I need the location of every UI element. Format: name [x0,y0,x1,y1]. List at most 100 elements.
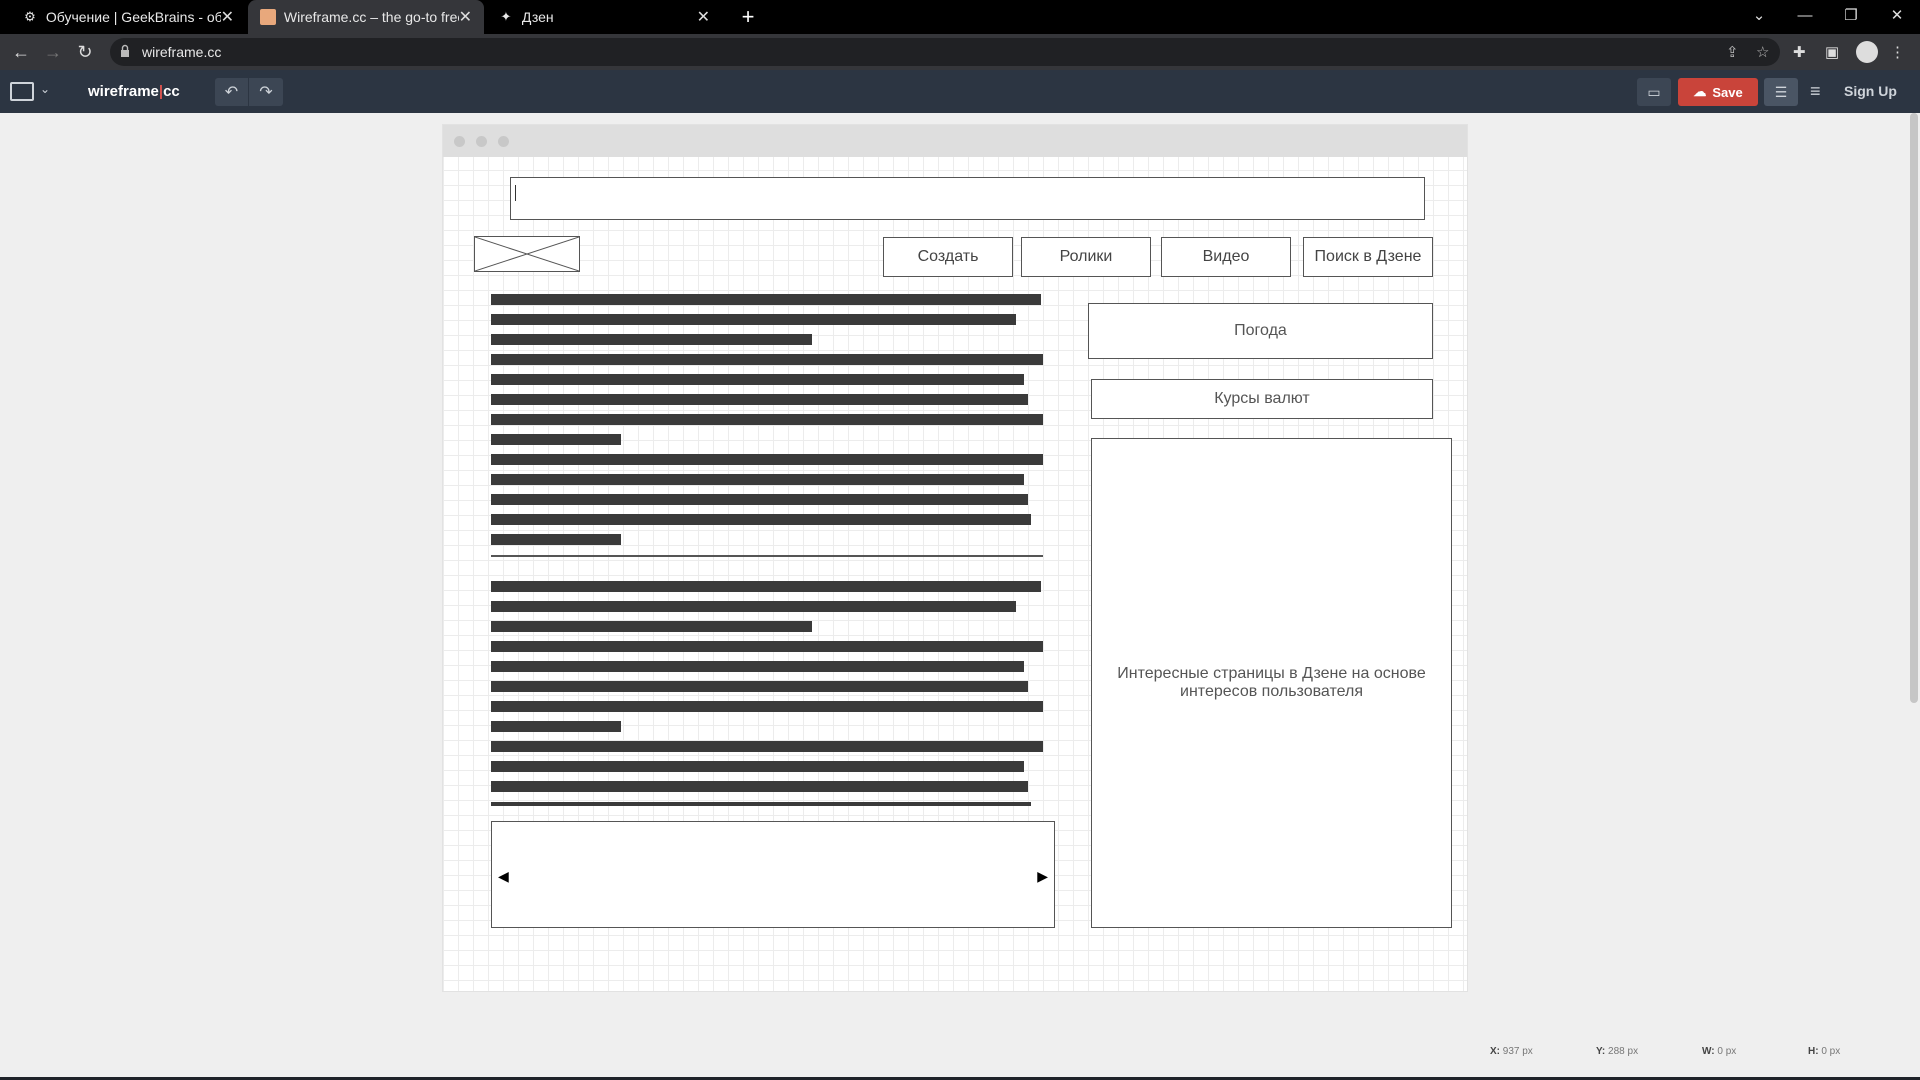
back-button[interactable]: ← [6,37,36,67]
close-tab-icon[interactable]: ✕ [459,7,472,27]
app-logo[interactable]: wireframe|cc [88,83,180,100]
status-h-label: H: [1808,1046,1819,1057]
reload-button[interactable]: ↻ [70,37,100,67]
screen-size-icon[interactable] [10,82,34,101]
undo-redo-group: ↶ ↷ [215,78,283,106]
text-line [491,334,812,345]
save-button[interactable]: ☁ Save [1678,78,1758,106]
bookmark-star-icon[interactable]: ☆ [1756,43,1769,61]
restore-button[interactable]: ❐ [1828,0,1874,30]
wf-button-shorts[interactable]: Ролики [1021,237,1151,277]
extensions-icon[interactable]: ✚ [1793,43,1806,61]
sign-up-link[interactable]: Sign Up [1844,83,1897,99]
cloud-upload-icon: ☁ [1693,84,1707,99]
wf-currency-box[interactable]: Курсы валют [1091,379,1433,419]
close-tab-icon[interactable]: ✕ [697,7,710,27]
wf-divider[interactable] [491,555,1043,557]
comment-icon[interactable]: ▭ [1637,78,1671,106]
text-line [491,474,1024,485]
text-line [491,761,1024,772]
text-line [491,641,1043,652]
text-line [491,601,1016,612]
wf-button-create[interactable]: Создать [883,237,1013,277]
tab-search-chevron-icon[interactable]: ⌄ [1736,0,1782,30]
forward-button[interactable]: → [38,37,68,67]
status-x: X: 937 px [1490,1046,1533,1057]
text-line [491,621,812,632]
profile-avatar[interactable] [1856,41,1878,63]
wf-carousel[interactable]: ◀ ▶ [491,821,1055,928]
image-placeholder-icon [474,236,580,272]
vertical-scrollbar[interactable] [1910,113,1918,703]
wf-button-video[interactable]: Видео [1161,237,1291,277]
tab-title: Обучение | GeekBrains - образо [45,9,221,25]
chevron-down-icon[interactable]: ⌄ [40,82,50,96]
status-y-label: Y: [1596,1046,1606,1057]
save-label: Save [1712,84,1743,100]
status-x-value: 937 px [1502,1046,1533,1057]
text-line [491,454,1043,465]
app-toolbar: ⌄ wireframe|cc ↶ ↷ ▭ ☁ Save ☰ ≡ Sign Up [0,70,1920,113]
text-line [491,394,1028,405]
window-dot [476,136,487,147]
logo-text: wireframe [88,83,159,100]
text-line [491,721,621,732]
browser-tab-bar: ⚙ Обучение | GeekBrains - образо ✕ Wiref… [0,0,1920,34]
status-h: H: 0 px [1808,1046,1840,1057]
hamburger-menu-icon[interactable]: ≡ [1810,81,1821,102]
carousel-prev-icon[interactable]: ◀ [498,868,509,885]
text-line [491,414,1043,425]
text-line [491,354,1043,365]
share-icon[interactable]: ⇪ [1726,43,1739,61]
tab-title: Дзен [521,9,554,25]
wf-image-placeholder[interactable] [474,236,580,272]
carousel-next-icon[interactable]: ▶ [1037,868,1048,885]
status-h-value: 0 px [1821,1046,1841,1057]
text-line [491,314,1016,325]
wf-search-input[interactable] [510,177,1425,220]
geekbrains-favicon-icon: ⚙ [24,9,36,24]
text-line [491,294,1041,305]
more-menu-icon[interactable]: ⋮ [1890,43,1905,61]
frame-titlebar [443,125,1467,157]
browser-address-bar: ← → ↻ wireframe.cc ⇪ ☆ ✚ ▣ ⋮ [0,34,1920,70]
status-w: W: 0 px [1702,1046,1736,1057]
minimize-button[interactable]: — [1782,0,1828,30]
text-line [491,802,1031,806]
close-window-button[interactable]: ✕ [1874,0,1920,30]
text-line [491,374,1024,385]
wf-button-search-dzen[interactable]: Поиск в Дзене [1303,237,1433,277]
wireframe-canvas[interactable]: Создать Ролики Видео Поиск в Дзене Погод… [442,124,1468,992]
status-y: Y: 288 px [1596,1046,1638,1057]
lock-icon [121,44,129,57]
text-line [491,781,1028,792]
omnibox[interactable]: wireframe.cc ⇪ ☆ [110,38,1780,66]
wf-weather-box[interactable]: Погода [1088,303,1433,359]
text-line [491,741,1043,752]
text-line [491,494,1028,505]
text-line [491,434,621,445]
url-text: wireframe.cc [142,44,222,60]
tab-wireframe[interactable]: Wireframe.cc – the go-to free, on ✕ [248,0,484,34]
redo-icon[interactable]: ↷ [249,78,283,106]
wireframe-favicon-icon [260,9,276,25]
text-line [491,681,1028,692]
status-x-label: X: [1490,1046,1500,1057]
settings-sliders-icon[interactable]: ☰ [1764,78,1798,106]
text-line [491,701,1043,712]
wf-recommendations-box[interactable]: Интересные страницы в Дзене на основе ин… [1091,438,1452,928]
tab-title: Wireframe.cc – the go-to free, on [283,9,459,25]
text-line [491,514,1031,525]
text-line [491,661,1024,672]
side-panel-icon[interactable]: ▣ [1825,43,1839,61]
tab-geekbrains[interactable]: ⚙ Обучение | GeekBrains - образо ✕ [10,0,246,34]
close-tab-icon[interactable]: ✕ [221,7,234,27]
status-y-value: 288 px [1608,1046,1639,1057]
undo-icon[interactable]: ↶ [215,78,249,106]
text-line [491,581,1041,592]
window-dot [498,136,509,147]
new-tab-button[interactable]: + [735,0,761,34]
dzen-favicon-icon: ✦ [500,9,512,24]
text-line [491,534,621,545]
tab-dzen[interactable]: ✦ Дзен ✕ [486,0,722,34]
